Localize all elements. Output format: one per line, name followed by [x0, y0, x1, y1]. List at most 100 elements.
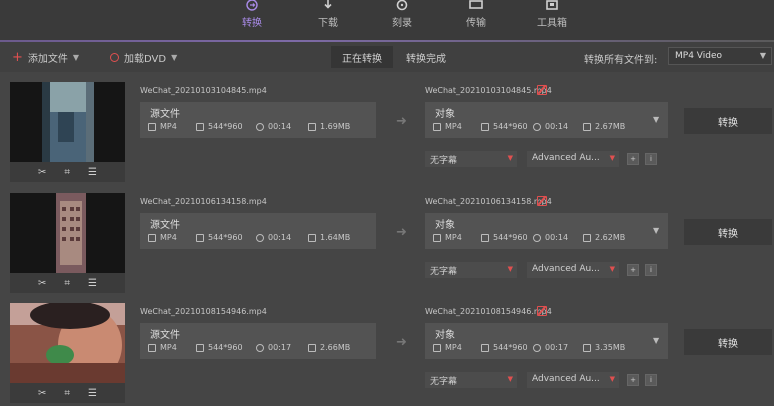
- edit-icon[interactable]: [537, 306, 547, 316]
- thumbnail-controls: ✂ ⌗ ☰: [10, 162, 125, 182]
- crop-icon[interactable]: ⌗: [64, 278, 70, 289]
- load-dvd-label: 加载DVD: [124, 54, 167, 65]
- source-duration: 00:17: [256, 343, 291, 352]
- target-format-value: MP4: [445, 122, 462, 131]
- arrow-right-icon: ➜: [396, 335, 407, 350]
- source-info: 源文件 MP4 544*960 00:14 1.64MB: [140, 213, 376, 249]
- file-row: ✂ ⌗ ☰ WeChat_20210103104845.mp4 源文件 MP4 …: [0, 82, 774, 182]
- target-title: 对象: [435, 109, 455, 120]
- add-subtitle-icon[interactable]: +: [627, 374, 639, 386]
- target-format-value: MP4: [445, 343, 462, 352]
- target-info[interactable]: 对象 MP4 544*960 00:14 2.67MB ▼: [425, 102, 668, 138]
- trim-icon[interactable]: ✂: [38, 278, 46, 289]
- folder-icon: [308, 233, 316, 242]
- effects-icon[interactable]: ☰: [88, 167, 97, 178]
- target-size: 2.62MB: [583, 233, 625, 242]
- convert-all-label: 转换所有文件到:: [584, 55, 658, 66]
- convert-button[interactable]: 转换: [684, 329, 772, 355]
- target-duration: 00:14: [533, 233, 568, 242]
- clock-icon: [256, 343, 264, 352]
- source-size-value: 1.64MB: [320, 233, 351, 242]
- folder-icon: [583, 233, 591, 242]
- target-resolution-value: 544*960: [493, 343, 528, 352]
- edit-icon[interactable]: [537, 196, 547, 206]
- effects-icon[interactable]: ☰: [88, 278, 97, 289]
- tab-converted[interactable]: 转换完成: [395, 46, 457, 68]
- audio-value: Advanced Au...: [532, 374, 600, 384]
- folder-icon: [308, 122, 316, 131]
- chevron-down-icon: ▼: [507, 375, 513, 383]
- video-thumbnail[interactable]: [10, 303, 125, 383]
- effects-icon[interactable]: ☰: [88, 388, 97, 399]
- info-icon[interactable]: i: [645, 153, 657, 165]
- arrow-right-icon: ➜: [396, 225, 407, 240]
- nav-download-label: 下载: [318, 18, 338, 29]
- info-icon[interactable]: i: [645, 374, 657, 386]
- target-format: MP4: [433, 233, 462, 242]
- target-size-value: 3.35MB: [595, 343, 626, 352]
- audio-select[interactable]: Advanced Au... ▼: [527, 262, 619, 278]
- target-size-value: 2.67MB: [595, 122, 626, 131]
- add-files-button[interactable]: + 添加文件 ▼: [12, 50, 79, 66]
- format-icon: [148, 233, 156, 242]
- burn-icon: [395, 0, 409, 12]
- source-size: 1.64MB: [308, 233, 350, 242]
- convert-button-label: 转换: [718, 338, 738, 350]
- source-resolution-value: 544*960: [208, 122, 243, 131]
- subtitle-select[interactable]: 无字幕 ▼: [425, 262, 517, 278]
- nav-download[interactable]: 下载: [298, 0, 358, 29]
- toolbar: + 添加文件 ▼ 加载DVD ▼ 正在转换 转换完成 转换所有文件到:: [0, 42, 774, 72]
- subtitle-value: 无字幕: [430, 267, 458, 277]
- subtitle-select[interactable]: 无字幕 ▼: [425, 151, 517, 167]
- chevron-down-icon: ▼: [507, 265, 513, 273]
- output-format-select[interactable]: MP4 Video ▼: [668, 47, 772, 65]
- source-format: MP4: [148, 122, 177, 131]
- resolution-icon: [196, 233, 204, 242]
- nav-toolbox[interactable]: 工具箱: [522, 0, 582, 29]
- nav-burn[interactable]: 刻录: [372, 0, 432, 29]
- trim-icon[interactable]: ✂: [38, 167, 46, 178]
- info-icon[interactable]: i: [645, 264, 657, 276]
- nav-convert[interactable]: 转换: [222, 0, 282, 29]
- tab-converted-label: 转换完成: [406, 53, 446, 65]
- video-thumbnail[interactable]: [10, 82, 125, 162]
- audio-select[interactable]: Advanced Au... ▼: [527, 151, 619, 167]
- source-file-name: WeChat_20210108154946.mp4: [140, 307, 267, 316]
- edit-icon[interactable]: [537, 85, 547, 95]
- subtitle-value: 无字幕: [430, 156, 458, 166]
- format-icon: [433, 343, 441, 352]
- target-duration-value: 00:14: [545, 233, 569, 242]
- subtitle-select[interactable]: 无字幕 ▼: [425, 372, 517, 388]
- add-subtitle-icon[interactable]: +: [627, 153, 639, 165]
- resolution-icon: [196, 122, 204, 131]
- nav-toolbox-label: 工具箱: [537, 18, 567, 29]
- chevron-down-icon: ▼: [609, 375, 615, 383]
- audio-select[interactable]: Advanced Au... ▼: [527, 372, 619, 388]
- convert-button-label: 转换: [718, 228, 738, 240]
- source-size-value: 1.69MB: [320, 122, 351, 131]
- crop-icon[interactable]: ⌗: [64, 167, 70, 178]
- crop-icon[interactable]: ⌗: [64, 388, 70, 399]
- convert-button[interactable]: 转换: [684, 219, 772, 245]
- target-info[interactable]: 对象 MP4 544*960 00:17 3.35MB ▼: [425, 323, 668, 359]
- format-icon: [433, 233, 441, 242]
- top-nav: 转换 下载 刻录 传输 工具箱: [0, 0, 774, 40]
- chevron-down-icon: ▼: [507, 154, 513, 162]
- target-file-name: WeChat_20210103104845.mp4: [425, 86, 552, 95]
- video-thumbnail[interactable]: [10, 193, 125, 273]
- nav-transfer[interactable]: 传输: [446, 0, 506, 29]
- source-resolution: 544*960: [196, 122, 243, 131]
- source-size: 2.66MB: [308, 343, 350, 352]
- load-dvd-button[interactable]: 加载DVD ▼: [110, 50, 177, 65]
- target-info[interactable]: 对象 MP4 544*960 00:14 2.62MB ▼: [425, 213, 668, 249]
- clock-icon: [533, 233, 541, 242]
- chevron-down-icon: ▼: [653, 226, 660, 235]
- source-file-name: WeChat_20210106134158.mp4: [140, 197, 267, 206]
- convert-button[interactable]: 转换: [684, 108, 772, 134]
- format-icon: [433, 122, 441, 131]
- add-subtitle-icon[interactable]: +: [627, 264, 639, 276]
- disc-icon: [110, 53, 119, 62]
- source-duration: 00:14: [256, 233, 291, 242]
- tab-converting[interactable]: 正在转换: [331, 46, 393, 68]
- trim-icon[interactable]: ✂: [38, 388, 46, 399]
